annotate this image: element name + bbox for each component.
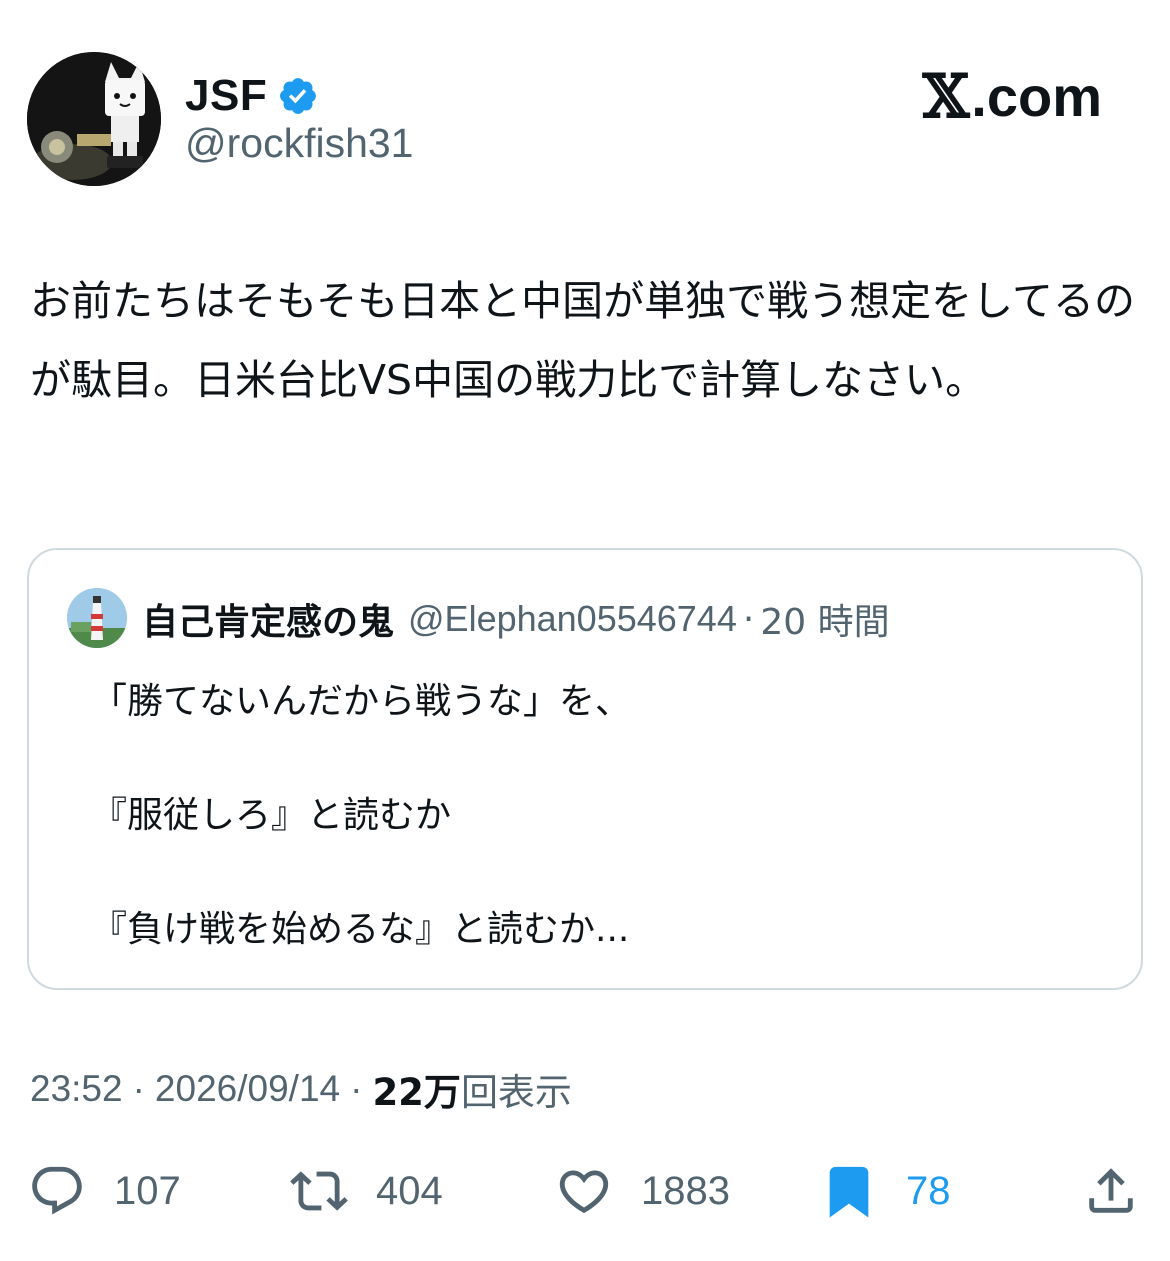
tweet-date[interactable]: 2026/09/14 [155,1068,340,1110]
verified-badge-icon[interactable] [277,75,319,117]
bookmark-filled-icon [829,1166,869,1218]
quoted-separator: · [742,598,755,640]
quoted-text-line: 『服従しろ』と読むか [91,795,452,836]
reply-button[interactable]: 107 [28,1162,181,1220]
heart-icon [559,1170,609,1214]
quoted-text-line: 『負け戦を始めるな』と読むか... [91,909,630,950]
bookmark-count: 78 [906,1168,951,1213]
author-display-name[interactable]: JSF [185,71,267,121]
like-count: 1883 [641,1168,730,1213]
author-avatar[interactable] [27,52,161,186]
quoted-timestamp[interactable]: 20 時間 [760,593,889,645]
retweet-button[interactable]: 404 [290,1162,443,1220]
quoted-text-line: 「勝てないんだから戦うな」を、 [91,681,632,722]
views-count[interactable]: 22万 [372,1062,461,1116]
author-handle[interactable]: @rockfish31 [185,120,413,167]
lighthouse-avatar-image [67,588,127,648]
quoted-tweet-card[interactable]: 自己肯定感の鬼 @Elephan05546744 · 20 時間 「勝てないんだ… [27,548,1143,990]
meta-separator: · [132,1068,145,1109]
x-logo-icon: 𝕏 [922,62,970,132]
retweet-count: 404 [376,1168,443,1213]
like-button[interactable]: 1883 [555,1162,730,1220]
reply-icon [32,1166,82,1215]
quoted-author-avatar[interactable] [67,588,127,648]
tweet-time[interactable]: 23:52 [30,1068,123,1110]
meta-separator: · [350,1068,363,1109]
retweet-icon [290,1171,348,1211]
author-name-row: JSF [185,68,319,124]
cat-figure-avatar-image [27,52,161,186]
tweet-text: お前たちはそもそも日本と中国が単独で戦う想定をしてるのが駄目。日米台比VS中国の… [30,277,1135,404]
tweet-meta: 23:52 · 2026/09/14 · 22万 回表示 [30,1066,572,1114]
quoted-tweet-header: 自己肯定感の鬼 @Elephan05546744 · 20 時間 [142,594,890,644]
quoted-author-name[interactable]: 自己肯定感の鬼 [142,593,394,645]
reply-count: 107 [114,1168,181,1213]
views-label: 回表示 [460,1071,572,1114]
share-icon [1089,1168,1133,1213]
quoted-author-handle[interactable]: @Elephan05546744 [408,598,737,640]
brand-domain-text: .com [971,65,1102,128]
share-button[interactable] [1082,1162,1140,1220]
brand-logo: 𝕏 .com [923,62,1102,132]
bookmark-button[interactable]: 78 [820,1162,951,1220]
